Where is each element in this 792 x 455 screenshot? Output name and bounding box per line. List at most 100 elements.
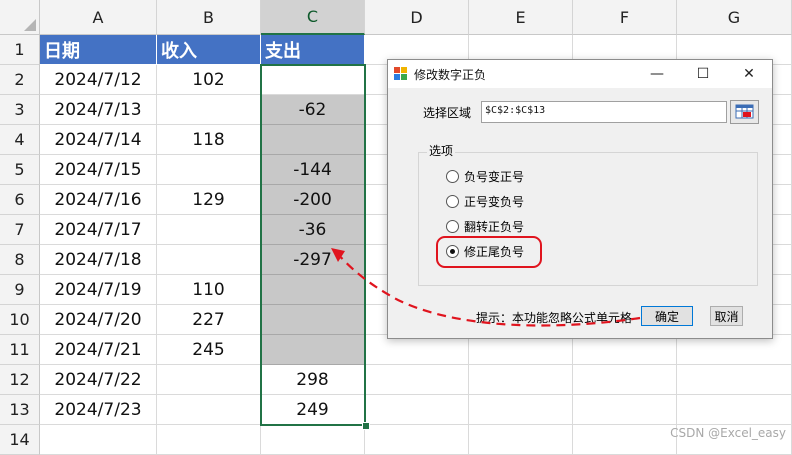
column-header-f[interactable]: F [573,0,677,35]
range-picker-button[interactable] [730,100,759,124]
income-cell[interactable] [157,395,261,425]
cancel-button[interactable]: 取消 [710,306,743,326]
date-cell[interactable]: 2024/7/21 [40,335,157,365]
row-header-3[interactable]: 3 [0,95,40,125]
empty-cell[interactable] [573,425,677,455]
maximize-button[interactable]: ☐ [680,60,726,88]
empty-cell[interactable] [573,365,677,395]
option-label-neg-to-pos[interactable]: 负号变正号 [464,168,524,185]
income-cell[interactable]: 129 [157,185,261,215]
expense-cell[interactable] [261,305,365,335]
row-header-13[interactable]: 13 [0,395,40,425]
date-cell[interactable]: 2024/7/12 [40,65,157,95]
expense-cell[interactable] [261,335,365,365]
expense-cell[interactable] [261,125,365,155]
empty-cell[interactable] [677,365,792,395]
empty-cell[interactable] [365,335,469,365]
date-cell[interactable]: 2024/7/22 [40,365,157,395]
minimize-button[interactable]: — [634,60,680,88]
empty-cell[interactable] [469,335,573,365]
expense-cell[interactable] [261,275,365,305]
empty-cell[interactable] [677,335,792,365]
expense-cell[interactable]: 298 [261,365,365,395]
radio-fix-trailing-minus[interactable] [446,245,459,258]
income-cell[interactable] [157,245,261,275]
header-cell-expense[interactable]: 支出 [261,35,365,65]
empty-cell[interactable] [365,425,469,455]
date-cell[interactable]: 2024/7/20 [40,305,157,335]
column-header-d[interactable]: D [365,0,469,35]
empty-cell[interactable] [261,425,365,455]
row-header-2[interactable]: 2 [0,65,40,95]
range-input[interactable]: $C$2:$C$13 [481,101,727,123]
option-label-pos-to-neg[interactable]: 正号变负号 [464,193,524,210]
income-cell[interactable] [157,215,261,245]
column-header-a[interactable]: A [40,0,157,35]
column-header-b[interactable]: B [157,0,261,35]
column-header-c[interactable]: C [261,0,365,35]
expense-cell[interactable]: -297 [261,245,365,275]
close-button[interactable]: ✕ [726,60,772,88]
column-header-e[interactable]: E [469,0,573,35]
option-label-fix-trailing-minus[interactable]: 修正尾负号 [464,243,524,260]
dialog-title: 修改数字正负 [414,68,487,82]
fill-handle[interactable] [362,422,370,430]
income-cell[interactable]: 110 [157,275,261,305]
options-group-label: 选项 [427,142,456,159]
date-cell[interactable]: 2024/7/23 [40,395,157,425]
empty-cell[interactable] [573,395,677,425]
date-cell[interactable]: 2024/7/13 [40,95,157,125]
empty-cell[interactable] [677,395,792,425]
header-cell-income[interactable]: 收入 [157,35,261,65]
column-header-g[interactable]: G [677,0,792,35]
empty-cell[interactable] [469,365,573,395]
date-cell[interactable]: 2024/7/19 [40,275,157,305]
date-cell[interactable]: 2024/7/15 [40,155,157,185]
row-header-5[interactable]: 5 [0,155,40,185]
empty-cell[interactable] [469,425,573,455]
expense-cell[interactable]: -62 [261,95,365,125]
app-icon [394,67,407,80]
radio-pos-to-neg[interactable] [446,195,459,208]
row-header-7[interactable]: 7 [0,215,40,245]
row-header-9[interactable]: 9 [0,275,40,305]
empty-cell[interactable] [365,395,469,425]
empty-cell[interactable] [40,425,157,455]
expense-cell[interactable] [261,65,365,95]
minimize-icon: — [650,66,664,82]
empty-cell[interactable] [573,335,677,365]
option-label-flip-sign[interactable]: 翻转正负号 [464,218,524,235]
income-cell[interactable] [157,95,261,125]
select-all-corner[interactable] [0,0,40,35]
header-cell-date[interactable]: 日期 [40,35,157,65]
income-cell[interactable]: 102 [157,65,261,95]
income-cell[interactable]: 245 [157,335,261,365]
date-cell[interactable]: 2024/7/14 [40,125,157,155]
income-cell[interactable]: 227 [157,305,261,335]
expense-cell[interactable]: -144 [261,155,365,185]
expense-cell[interactable]: -36 [261,215,365,245]
row-header-8[interactable]: 8 [0,245,40,275]
empty-cell[interactable] [157,425,261,455]
row-header-12[interactable]: 12 [0,365,40,395]
date-cell[interactable]: 2024/7/17 [40,215,157,245]
empty-cell[interactable] [365,365,469,395]
expense-cell[interactable]: -200 [261,185,365,215]
row-header-10[interactable]: 10 [0,305,40,335]
ok-button[interactable]: 确定 [641,306,693,326]
income-cell[interactable] [157,155,261,185]
date-cell[interactable]: 2024/7/18 [40,245,157,275]
row-header-6[interactable]: 6 [0,185,40,215]
date-cell[interactable]: 2024/7/16 [40,185,157,215]
row-header-4[interactable]: 4 [0,125,40,155]
row-header-11[interactable]: 11 [0,335,40,365]
row-header-1[interactable]: 1 [0,35,40,65]
income-cell[interactable] [157,365,261,395]
income-cell[interactable]: 118 [157,125,261,155]
empty-cell[interactable] [469,395,573,425]
expense-cell[interactable]: 249 [261,395,365,425]
row-header-14[interactable]: 14 [0,425,40,455]
dialog-titlebar[interactable]: 修改数字正负 — ☐ ✕ [388,60,772,88]
radio-neg-to-pos[interactable] [446,170,459,183]
radio-flip-sign[interactable] [446,220,459,233]
